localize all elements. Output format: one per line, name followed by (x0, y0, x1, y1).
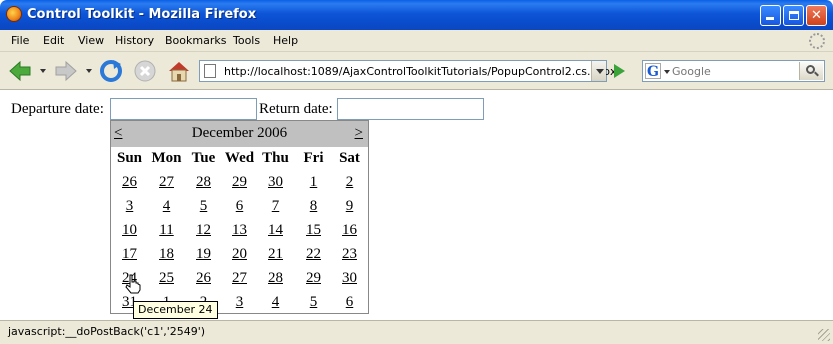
calendar-day[interactable]: 6 (331, 294, 368, 311)
calendar-day[interactable]: 11 (148, 222, 185, 239)
search-button[interactable] (799, 62, 823, 80)
calendar-month-title: December 2006 (191, 125, 288, 141)
calendar-day[interactable]: 21 (257, 246, 294, 263)
calendar-day[interactable]: 29 (295, 270, 332, 287)
stop-icon[interactable] (133, 59, 157, 83)
calendar-day[interactable]: 27 (148, 174, 185, 191)
calendar-day[interactable]: 20 (221, 246, 258, 263)
calendar-day[interactable]: 17 (111, 246, 148, 263)
calendar-day[interactable]: 22 (295, 246, 332, 263)
calendar-day[interactable]: 4 (148, 198, 185, 215)
forward-arrow-icon[interactable] (54, 59, 78, 83)
search-bar[interactable]: G (642, 60, 825, 82)
menu-tools[interactable]: Tools (233, 34, 260, 47)
calendar-day[interactable]: 14 (257, 222, 294, 239)
calendar-day[interactable]: 16 (331, 222, 368, 239)
hand-cursor-icon (125, 274, 141, 294)
weekday-header: Mon (151, 150, 182, 166)
maximize-icon (789, 11, 799, 20)
menu-help[interactable]: Help (273, 34, 298, 47)
window-title-bar[interactable]: Control Toolkit - Mozilla Firefox ✕ (0, 0, 833, 30)
menu-history[interactable]: History (115, 34, 154, 47)
menu-bar: File Edit View History Bookmarks Tools H… (0, 30, 833, 52)
calendar-day[interactable]: 5 (185, 198, 222, 215)
menu-edit[interactable]: Edit (43, 34, 64, 47)
back-history-dropdown-icon[interactable] (40, 69, 46, 73)
reload-icon[interactable] (99, 59, 123, 83)
weekday-header: Sun (116, 150, 143, 166)
menu-bookmarks[interactable]: Bookmarks (165, 34, 226, 47)
calendar-day[interactable]: 8 (295, 198, 332, 215)
departure-date-label: Departure date: (11, 101, 104, 117)
calendar-day[interactable]: 15 (295, 222, 332, 239)
url-text[interactable]: http://localhost:1089/AjaxControlToolkit… (224, 65, 616, 78)
activity-throbber-icon (809, 33, 825, 49)
calendar-day[interactable]: 18 (148, 246, 185, 263)
calendar-header: < December 2006 > (111, 121, 368, 147)
calendar-day[interactable]: 28 (257, 270, 294, 287)
url-dropdown-icon[interactable] (591, 61, 606, 81)
calendar-day[interactable]: 29 (221, 174, 258, 191)
resize-grip-icon[interactable] (818, 329, 830, 341)
firefox-logo-icon (6, 6, 22, 22)
search-input[interactable] (672, 63, 796, 79)
calendar-day[interactable]: 9 (331, 198, 368, 215)
return-date-field[interactable] (337, 98, 484, 120)
calendar-day[interactable]: 4 (257, 294, 294, 311)
page-icon (204, 64, 216, 78)
go-arrow-icon[interactable] (614, 64, 625, 78)
weekday-header: Wed (224, 150, 255, 166)
calendar-popup: < December 2006 > Sun Mon Tue Wed Thu Fri Sat 2… (110, 120, 369, 314)
calendar-day[interactable]: 10 (111, 222, 148, 239)
calendar-day[interactable]: 3 (221, 294, 258, 311)
calendar-day[interactable]: 19 (185, 246, 222, 263)
home-icon[interactable] (167, 59, 191, 83)
calendar-day[interactable]: 26 (111, 174, 148, 191)
close-icon: ✕ (811, 8, 822, 23)
menu-view[interactable]: View (78, 34, 104, 47)
calendar-day[interactable]: 26 (185, 270, 222, 287)
calendar-day[interactable]: 28 (185, 174, 222, 191)
calendar-day[interactable]: 13 (221, 222, 258, 239)
date-tooltip: December 24 (133, 301, 218, 319)
calendar-day[interactable]: 1 (295, 174, 332, 191)
calendar-day[interactable]: 27 (221, 270, 258, 287)
engine-dropdown-icon[interactable] (664, 70, 670, 74)
calendar-day[interactable]: 7 (257, 198, 294, 215)
close-button[interactable]: ✕ (806, 5, 827, 26)
status-text: javascript:__doPostBack('c1','2549') (8, 325, 206, 338)
weekday-header: Sat (339, 150, 360, 166)
google-engine-icon[interactable]: G (645, 63, 661, 80)
weekday-header: Tue (191, 150, 216, 166)
window-title: Control Toolkit - Mozilla Firefox (27, 7, 257, 22)
calendar-day[interactable]: 30 (257, 174, 294, 191)
calendar-day[interactable]: 25 (148, 270, 185, 287)
menu-file[interactable]: File (11, 34, 29, 47)
minimize-icon (766, 17, 774, 20)
calendar-day[interactable]: 6 (221, 198, 258, 215)
calendar-day[interactable]: 12 (185, 222, 222, 239)
url-bar[interactable]: http://localhost:1089/AjaxControlToolkit… (199, 60, 616, 82)
back-arrow-icon[interactable] (8, 59, 32, 83)
status-bar: javascript:__doPostBack('c1','2549') (0, 320, 833, 344)
departure-date-field[interactable] (110, 98, 257, 120)
forward-history-dropdown-icon[interactable] (86, 69, 92, 73)
next-month-link[interactable]: > (355, 125, 363, 142)
calendar-day[interactable]: 23 (331, 246, 368, 263)
calendar-day[interactable]: 5 (295, 294, 332, 311)
weekday-header: Fri (303, 150, 324, 166)
minimize-button[interactable] (760, 5, 781, 26)
maximize-button[interactable] (783, 5, 804, 26)
calendar-day[interactable]: 3 (111, 198, 148, 215)
return-date-label: Return date: (259, 101, 333, 117)
calendar-day[interactable]: 2 (331, 174, 368, 191)
weekday-header: Thu (262, 150, 289, 166)
magnifier-handle (814, 71, 819, 77)
calendar-day[interactable]: 30 (331, 270, 368, 287)
navigation-toolbar: http://localhost:1089/AjaxControlToolkit… (0, 52, 833, 90)
